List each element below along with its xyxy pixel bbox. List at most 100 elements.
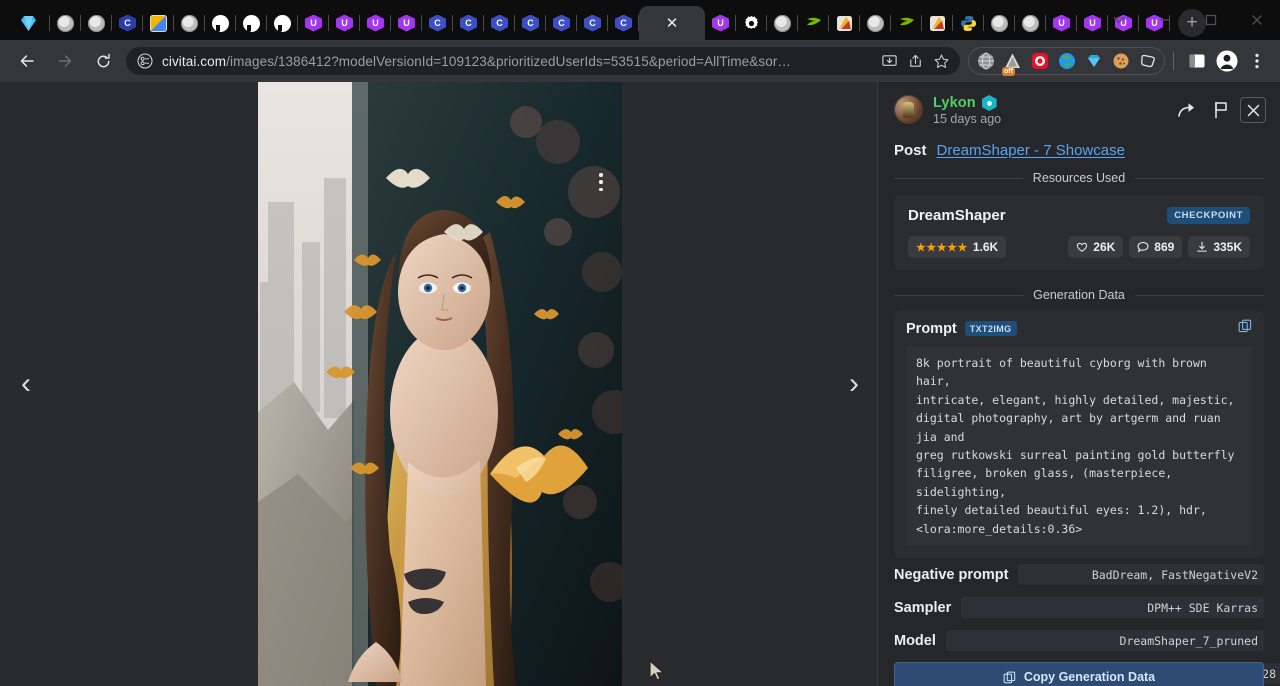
address-bar[interactable]: civitai.com/images/1386412?modelVersionI… <box>126 47 960 75</box>
install-app-icon[interactable] <box>876 48 902 74</box>
translate-extension-icon[interactable] <box>1053 48 1080 74</box>
share-page-icon[interactable] <box>902 48 928 74</box>
tab[interactable] <box>736 6 767 40</box>
previous-image-button[interactable]: ‹ <box>4 362 48 406</box>
tab[interactable] <box>829 6 860 40</box>
artwork-image[interactable] <box>258 82 622 686</box>
tab[interactable] <box>453 6 484 40</box>
reload-button[interactable] <box>87 45 119 77</box>
prompt-text[interactable]: 8k portrait of beautiful cyborg with bro… <box>906 346 1252 546</box>
txt2img-badge: TXT2IMG <box>965 321 1017 336</box>
tab[interactable] <box>953 6 984 40</box>
resource-name[interactable]: DreamShaper <box>908 207 1006 224</box>
url-path: /images/1386412?modelVersionId=109123&pr… <box>226 54 791 69</box>
tampermonkey-extension-icon[interactable] <box>1134 48 1161 74</box>
page-content: ‹ › Lykon 15 days ago <box>0 82 1280 686</box>
chrome-menu-icon[interactable] <box>1242 46 1272 76</box>
diamond-icon <box>19 14 38 33</box>
tab[interactable] <box>174 6 205 40</box>
url-text: civitai.com/images/1386412?modelVersionI… <box>162 54 876 69</box>
rating-pill[interactable]: ★★★★★ 1.6K <box>908 236 1006 258</box>
flag-icon[interactable] <box>1206 95 1236 125</box>
tab[interactable] <box>1046 6 1077 40</box>
back-button[interactable] <box>11 45 43 77</box>
tab[interactable] <box>484 6 515 40</box>
civitai-icon <box>460 15 477 32</box>
toolbar-divider <box>1173 52 1174 70</box>
tab[interactable] <box>922 6 953 40</box>
tab[interactable] <box>391 6 422 40</box>
download-icon <box>1196 241 1208 253</box>
tab[interactable] <box>143 6 174 40</box>
diamond-extension-icon[interactable] <box>1080 48 1107 74</box>
site-settings-icon[interactable] <box>136 52 154 70</box>
close-panel-icon[interactable] <box>1240 97 1266 123</box>
close-icon[interactable]: ✕ <box>666 16 679 31</box>
tab[interactable] <box>705 6 736 40</box>
copy-generation-data-button[interactable]: Copy Generation Data <box>894 662 1264 686</box>
cookie-extension-icon[interactable] <box>1107 48 1134 74</box>
tab[interactable] <box>577 6 608 40</box>
model-value[interactable]: DreamShaper_7_pruned <box>946 630 1264 651</box>
tab-active[interactable]: ✕ <box>639 6 705 40</box>
tab[interactable] <box>298 6 329 40</box>
downloads-pill[interactable]: 335K <box>1188 236 1250 258</box>
tab[interactable] <box>608 6 639 40</box>
share-icon[interactable] <box>1172 95 1202 125</box>
image-options-icon[interactable] <box>592 170 610 194</box>
resource-card[interactable]: DreamShaper CHECKPOINT ★★★★★ 1.6K 26K 86… <box>894 195 1264 270</box>
tab[interactable] <box>546 6 577 40</box>
globe-extension-icon[interactable] <box>972 48 999 74</box>
tab[interactable] <box>984 6 1015 40</box>
maximize-icon[interactable] <box>1188 0 1234 40</box>
username[interactable]: Lykon <box>933 95 976 111</box>
likes-count: 26K <box>1093 240 1115 254</box>
tab[interactable] <box>329 6 360 40</box>
tab[interactable] <box>50 6 81 40</box>
tab[interactable] <box>1015 6 1046 40</box>
record-extension-icon[interactable] <box>1026 48 1053 74</box>
post-link[interactable]: DreamShaper - 7 Showcase <box>937 142 1125 159</box>
tab-search-icon[interactable] <box>1096 0 1142 40</box>
globe-icon <box>88 15 105 32</box>
tab[interactable] <box>798 6 829 40</box>
tab[interactable] <box>6 6 50 40</box>
profile-avatar[interactable] <box>1212 46 1242 76</box>
photoshop-icon <box>836 15 853 32</box>
civitai-icon <box>584 15 601 32</box>
extensions-group: off <box>968 47 1165 75</box>
image-details-panel: Lykon 15 days ago Post DreamShaper - 7 S… <box>877 82 1280 686</box>
tab[interactable] <box>860 6 891 40</box>
next-image-button[interactable]: › <box>832 362 876 406</box>
tab[interactable] <box>422 6 453 40</box>
store-icon <box>150 15 167 32</box>
tab[interactable] <box>360 6 391 40</box>
tab[interactable] <box>515 6 546 40</box>
side-panel-icon[interactable] <box>1182 46 1212 76</box>
minimize-icon[interactable] <box>1142 0 1188 40</box>
udemy-icon <box>398 15 415 32</box>
tab[interactable] <box>236 6 267 40</box>
tab[interactable] <box>205 6 236 40</box>
forward-button[interactable] <box>49 45 81 77</box>
bookmark-star-icon[interactable] <box>928 48 954 74</box>
udemy-icon <box>712 15 729 32</box>
github-icon <box>274 15 291 32</box>
likes-pill[interactable]: 26K <box>1068 236 1123 258</box>
comments-pill[interactable]: 869 <box>1129 236 1182 258</box>
tab[interactable] <box>81 6 112 40</box>
tab[interactable] <box>767 6 798 40</box>
nvidia-icon <box>898 16 916 30</box>
tab[interactable] <box>267 6 298 40</box>
sampler-value[interactable]: DPM++ SDE Karras <box>961 597 1264 618</box>
negative-prompt-value[interactable]: BadDream, FastNegativeV2 <box>1018 564 1264 585</box>
avatar[interactable] <box>894 95 923 124</box>
globe-icon <box>181 15 198 32</box>
tab[interactable] <box>891 6 922 40</box>
close-window-icon[interactable] <box>1234 0 1280 40</box>
browser-toolbar: civitai.com/images/1386412?modelVersionI… <box>0 40 1280 82</box>
divider-left <box>894 178 1023 179</box>
copy-prompt-icon[interactable] <box>1238 319 1252 338</box>
tab[interactable] <box>112 6 143 40</box>
adblock-extension-icon[interactable]: off <box>999 48 1026 74</box>
